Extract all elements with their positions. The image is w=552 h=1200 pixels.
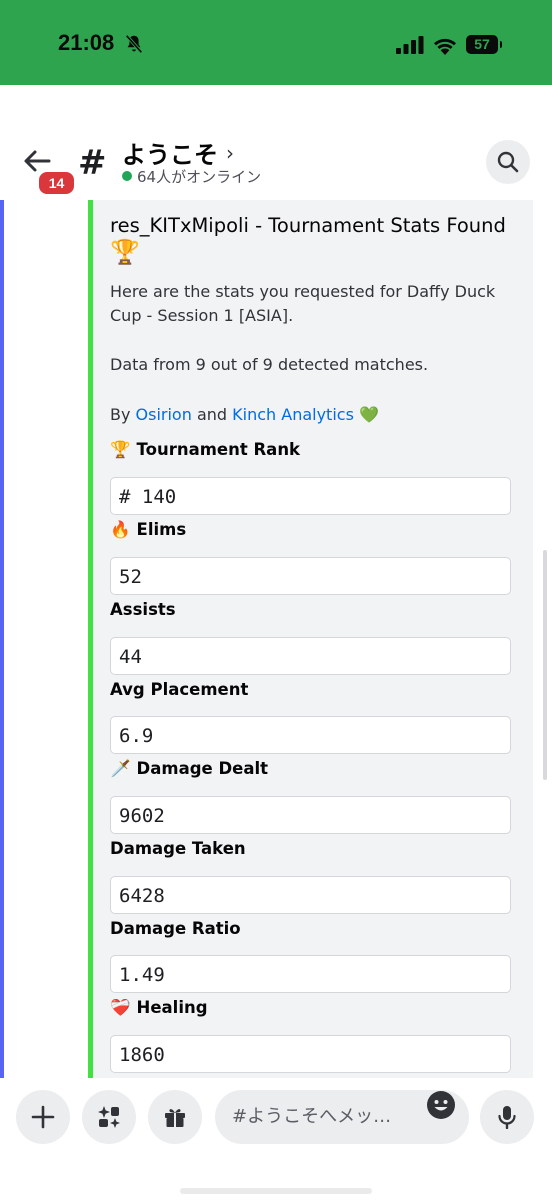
voice-message-button[interactable] (480, 1090, 534, 1144)
mention-highlight-bar (0, 200, 4, 1078)
kinch-analytics-link[interactable]: Kinch Analytics (232, 405, 354, 424)
embed-title: res_KITxMipoli - Tournament Stats Found (110, 214, 506, 237)
scrollbar[interactable] (543, 550, 547, 780)
field-label: 🔥 Elims (110, 520, 186, 540)
status-time: 21:08 (58, 30, 115, 55)
field-value: 1860 (110, 1035, 511, 1073)
wifi-icon (434, 38, 456, 55)
online-count: 64人がオンライン (137, 168, 262, 186)
hash-icon: # (78, 143, 107, 183)
field-label: Avg Placement (110, 680, 249, 699)
microphone-icon (498, 1106, 516, 1129)
channel-header: 14 # ようこそ › 64人がオンライン (0, 85, 552, 200)
fire-icon: 🔥 (110, 520, 131, 539)
field-title: Tournament Rank (136, 440, 301, 459)
bell-slash-icon (125, 34, 143, 54)
battery-icon: 57 (466, 35, 502, 54)
unread-badge: 14 (36, 169, 77, 197)
plus-icon (31, 1105, 55, 1129)
field-title: Healing (136, 998, 208, 1017)
field-label: 🗡️ Damage Dealt (110, 759, 268, 779)
embed-description: Here are the stats you requested for Daf… (110, 282, 496, 325)
online-status-dot (122, 171, 132, 181)
gift-button[interactable] (148, 1090, 202, 1144)
osirion-link[interactable]: Osirion (136, 405, 192, 424)
home-indicator[interactable] (180, 1188, 372, 1194)
field-value: 9602 (110, 796, 511, 834)
field-label: Damage Taken (110, 839, 246, 858)
field-value: 1.49 (110, 955, 511, 993)
field-label: Assists (110, 600, 176, 619)
status-bar: 21:08 57 (0, 0, 552, 85)
field-title: Damage Dealt (136, 759, 269, 778)
credits-prefix: By (110, 405, 136, 424)
gift-icon (165, 1109, 185, 1127)
apps-button[interactable] (82, 1090, 136, 1144)
embed-credits: By Osirion and Kinch Analytics 💚 (110, 403, 520, 427)
embed-match-count: Data from 9 out of 9 detected matches. (110, 355, 429, 374)
field-label: ❤️‍🩹 Healing (110, 998, 208, 1018)
field-title: Elims (136, 520, 187, 539)
trophy-emoji: 🏆 (110, 238, 140, 266)
field-value: 6.9 (110, 716, 511, 754)
channel-title[interactable]: ようこそ (122, 135, 218, 170)
search-icon (497, 151, 519, 173)
apps-icon (98, 1106, 120, 1128)
field-label: Damage Ratio (110, 919, 241, 938)
mending-heart-icon: ❤️‍🩹 (110, 998, 131, 1017)
add-attachment-button[interactable] (16, 1090, 70, 1144)
credits-and: and (191, 405, 233, 424)
emoji-icon[interactable] (427, 1091, 455, 1119)
dagger-icon: 🗡️ (110, 759, 131, 778)
field-value: 52 (110, 557, 511, 595)
chevron-right-icon[interactable]: › (226, 141, 234, 165)
field-label: 🏆 Tournament Rank (110, 440, 300, 460)
composer-bar: #ようこそへメッ… (0, 1078, 552, 1200)
search-button[interactable] (486, 140, 530, 184)
signal-icon (396, 36, 424, 54)
field-value: 44 (110, 637, 511, 675)
field-value: # 140 (110, 477, 511, 515)
green-heart-emoji: 💚 (359, 405, 379, 424)
field-value: 6428 (110, 876, 511, 914)
message-list[interactable]: res_KITxMipoli - Tournament Stats Found … (0, 200, 552, 1078)
trophy-icon: 🏆 (110, 440, 131, 459)
stats-embed: res_KITxMipoli - Tournament Stats Found … (88, 200, 533, 1078)
